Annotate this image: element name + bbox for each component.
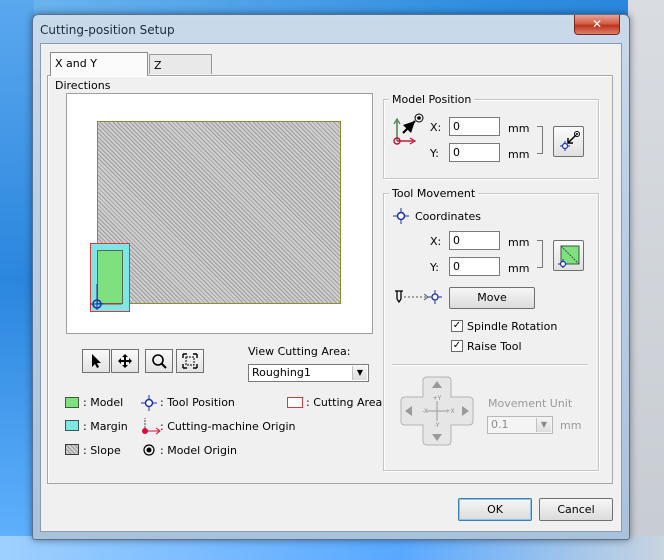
model-x-input[interactable]: 0 (449, 117, 500, 136)
move-button-label: Move (477, 291, 507, 304)
ok-button-label: OK (487, 503, 503, 516)
cutting-area-swatch (287, 397, 303, 408)
model-x-label: X: (430, 121, 442, 134)
spindle-rotation-checkbox[interactable]: ✓ (451, 320, 463, 332)
tool-position-icon (141, 395, 157, 411)
ok-button[interactable]: OK (458, 498, 532, 521)
legend-machine-origin: : Cutting-machine Origin (160, 420, 296, 433)
jog-left-label: -X (422, 408, 428, 415)
view-cutting-area-select[interactable]: Roughing1 ▼ (248, 364, 369, 382)
slope-swatch (65, 444, 79, 455)
set-model-origin-button[interactable] (553, 126, 584, 157)
model-y-label: Y: (430, 147, 439, 160)
view-cutting-area-label: View Cutting Area: (248, 345, 351, 358)
select-tool-button[interactable] (82, 349, 110, 373)
tab-xy-label: X and Y Directions (55, 57, 111, 92)
chevron-down-icon: ▼ (352, 366, 367, 380)
tool-x-unit: mm (508, 236, 530, 249)
legend-model: : Model (83, 396, 124, 409)
movement-unit-select[interactable]: 0.1 ▼ (487, 416, 553, 434)
desktop-background-right (628, 0, 664, 560)
machine-origin-icon (142, 418, 161, 435)
preview-slope-area (97, 121, 341, 304)
fit-extents-icon (182, 353, 198, 369)
set-tool-position-button[interactable] (553, 240, 584, 271)
cancel-button[interactable]: Cancel (539, 498, 613, 521)
model-position-title: Model Position (389, 93, 475, 106)
close-button[interactable]: ✕ (574, 15, 620, 35)
legend-slope: : Slope (83, 444, 121, 457)
close-icon: ✕ (591, 17, 603, 31)
jog-down-label: -Y (434, 422, 439, 429)
zoom-tool-button[interactable] (145, 349, 173, 373)
desktop-background-left (0, 0, 34, 560)
model-position-bracket (537, 126, 543, 154)
movement-unit-suffix: mm (560, 419, 582, 432)
jog-pad[interactable]: +Y -Y -X +X (399, 375, 475, 447)
tool-area-icon (557, 245, 579, 268)
tool-y-unit: mm (508, 262, 530, 275)
coordinates-crosshair-icon (393, 208, 409, 224)
model-swatch (65, 397, 79, 408)
magnifier-icon (152, 354, 167, 369)
tool-movement-separator (392, 364, 588, 366)
move-tool-icon (395, 290, 442, 304)
tool-x-input[interactable]: 0 (449, 231, 500, 250)
tab-xy-directions[interactable]: X and Y Directions (50, 52, 148, 92)
raise-tool-checkbox[interactable]: ✓ (451, 340, 463, 352)
model-position-icon (393, 113, 424, 145)
jog-right-label: +X (445, 408, 454, 415)
legend-cutting-area: : Cutting Area (306, 396, 383, 409)
model-y-value: 0 (453, 146, 460, 159)
jog-up-label: +Y (433, 395, 442, 402)
movement-unit-label: Movement Unit (488, 397, 573, 410)
margin-swatch (65, 420, 79, 431)
model-y-input[interactable]: 0 (449, 143, 500, 162)
cancel-button-label: Cancel (557, 503, 595, 516)
tool-y-input[interactable]: 0 (449, 257, 500, 276)
raise-tool-label: Raise Tool (467, 340, 522, 353)
pan-tool-button[interactable] (111, 349, 139, 373)
tool-x-value: 0 (453, 234, 460, 247)
tool-movement-title: Tool Movement (389, 187, 479, 200)
model-x-value: 0 (453, 120, 460, 133)
model-x-unit: mm (508, 122, 530, 135)
move-cross-icon (118, 354, 132, 368)
legend-margin: : Margin (83, 420, 128, 433)
window-title: Cutting-position Setup (40, 23, 175, 37)
chevron-down-icon: ▼ (536, 418, 551, 432)
spindle-rotation-label: Spindle Rotation (467, 320, 558, 333)
tab-z-direction[interactable]: Z Direction (149, 54, 212, 94)
move-button[interactable]: Move (449, 287, 535, 309)
tool-coordinates-bracket (537, 240, 543, 268)
coordinates-label: Coordinates (415, 210, 482, 223)
model-y-unit: mm (508, 148, 530, 161)
legend-model-origin: : Model Origin (160, 444, 237, 457)
tool-y-label: Y: (430, 261, 439, 274)
arrow-pointer-icon (92, 354, 101, 368)
movement-unit-value: 0.1 (491, 418, 509, 431)
preview-origin-marker (90, 284, 122, 310)
view-cutting-area-value: Roughing1 (252, 366, 311, 379)
set-origin-icon (559, 130, 580, 151)
tool-y-value: 0 (453, 260, 460, 273)
model-origin-icon (143, 444, 155, 456)
fit-view-button[interactable] (176, 349, 204, 373)
legend-tool-position: : Tool Position (160, 396, 235, 409)
tool-x-label: X: (430, 235, 442, 248)
